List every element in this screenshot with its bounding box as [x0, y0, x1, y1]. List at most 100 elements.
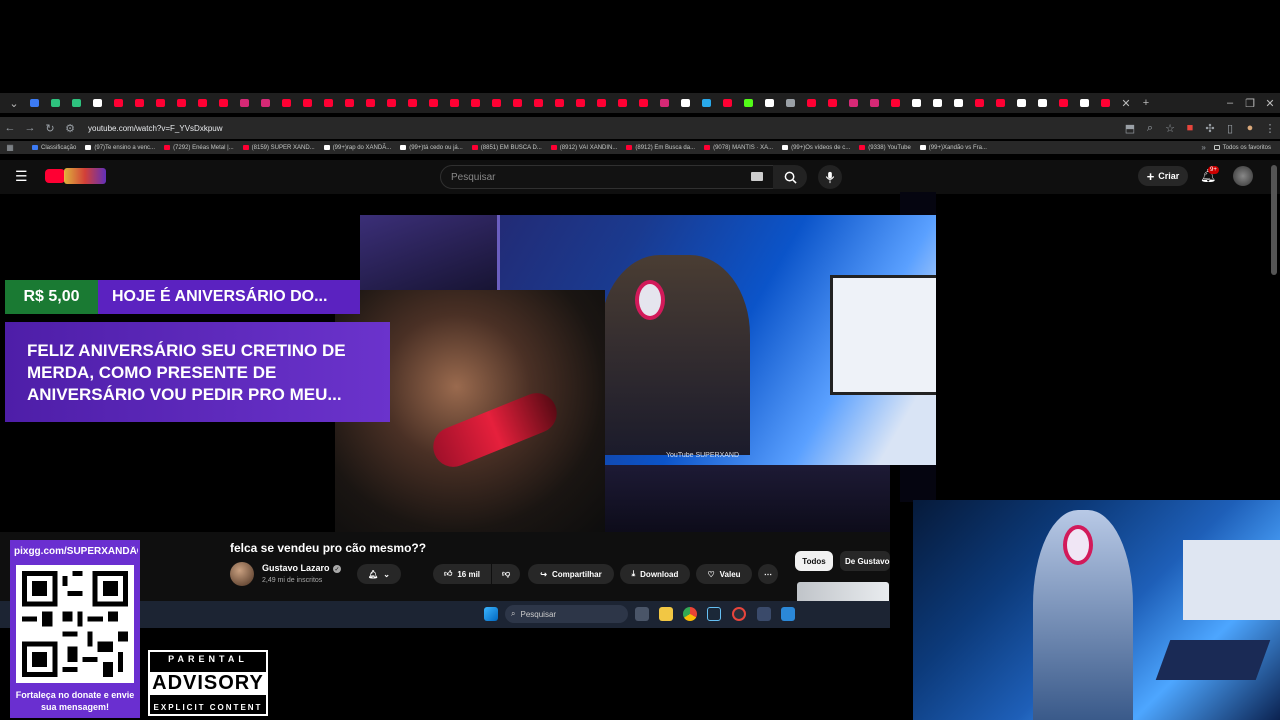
- thanks-button[interactable]: ♡ Valeu: [696, 564, 752, 584]
- browser-tab[interactable]: [654, 93, 675, 113]
- browser-tab[interactable]: [255, 93, 276, 113]
- close-tab-icon[interactable]: ✕: [1116, 97, 1136, 110]
- bookmark-item[interactable]: (99+)Xandão vs Fra...: [919, 145, 987, 151]
- browser-tab[interactable]: [402, 93, 423, 113]
- filter-chip-channel[interactable]: De Gustavo: [840, 551, 890, 571]
- minimize-button[interactable]: –: [1220, 97, 1240, 109]
- search-button[interactable]: [773, 165, 807, 189]
- task-view-icon[interactable]: [635, 607, 649, 621]
- browser-tab[interactable]: [276, 93, 297, 113]
- windows-start-icon[interactable]: [484, 607, 498, 621]
- restore-button[interactable]: ❐: [1240, 97, 1260, 110]
- hamburger-menu-icon[interactable]: ☰: [15, 168, 28, 185]
- like-button[interactable]: 👍︎ 16 mil: [433, 564, 491, 584]
- browser-tab[interactable]: [927, 93, 948, 113]
- new-tab-button[interactable]: +: [1136, 97, 1156, 109]
- browser-tab[interactable]: [444, 93, 465, 113]
- browser-tab[interactable]: [213, 93, 234, 113]
- browser-tab[interactable]: [381, 93, 402, 113]
- account-avatar[interactable]: [1233, 166, 1253, 186]
- browser-tab[interactable]: [948, 93, 969, 113]
- channel-avatar[interactable]: [230, 562, 254, 586]
- dislike-button[interactable]: 👎︎: [492, 564, 520, 584]
- taskbar-search[interactable]: ⌕ Pesquisar: [505, 605, 628, 623]
- steam-icon[interactable]: [707, 607, 721, 621]
- browser-tab[interactable]: [990, 93, 1011, 113]
- file-explorer-icon[interactable]: [659, 607, 673, 621]
- browser-tab[interactable]: [24, 93, 45, 113]
- install-app-icon[interactable]: ⬒: [1120, 122, 1140, 135]
- keyboard-icon[interactable]: [751, 172, 763, 181]
- browser-tab[interactable]: [843, 93, 864, 113]
- browser-tab[interactable]: [339, 93, 360, 113]
- browser-tab[interactable]: [360, 93, 381, 113]
- bookmark-item[interactable]: (7292) Enéas Metal |...: [164, 145, 234, 151]
- all-bookmarks-folder[interactable]: Todos os favoritos: [1213, 145, 1271, 151]
- more-bookmarks-icon[interactable]: »: [1194, 143, 1214, 152]
- browser-tab[interactable]: [1011, 93, 1032, 113]
- voice-search-button[interactable]: [818, 165, 842, 189]
- app-icon[interactable]: [732, 607, 746, 621]
- url-field[interactable]: youtube.com/watch?v=F_YVsDxkpuw: [88, 124, 223, 133]
- page-scrollbar[interactable]: [1271, 165, 1277, 275]
- bookmark-item[interactable]: (8912) VAI XANDIN...: [550, 145, 617, 151]
- extension-icon[interactable]: ■: [1180, 122, 1200, 134]
- download-button[interactable]: ⤓ Download: [620, 564, 690, 584]
- bookmark-item[interactable]: (8912) Em Busca da...: [626, 145, 695, 151]
- browser-tab[interactable]: [318, 93, 339, 113]
- apps-grid-icon[interactable]: ▦: [0, 143, 20, 152]
- bookmark-item[interactable]: (8159) SUPER XAND...: [242, 145, 315, 151]
- site-info-icon[interactable]: ⚙: [60, 122, 80, 135]
- more-actions-button[interactable]: ⋯: [758, 564, 778, 584]
- browser-tab[interactable]: [780, 93, 801, 113]
- menu-kebab-icon[interactable]: ⋮: [1260, 122, 1280, 135]
- browser-tab[interactable]: [675, 93, 696, 113]
- reload-icon[interactable]: ↻: [40, 122, 60, 135]
- share-button[interactable]: ↪ Compartilhar: [528, 564, 614, 584]
- browser-tab[interactable]: [108, 93, 129, 113]
- forward-icon[interactable]: →: [20, 122, 40, 134]
- bookmark-item[interactable]: (8851) EM BUSCA D...: [471, 145, 542, 151]
- zoom-icon[interactable]: ⌕: [1140, 122, 1160, 135]
- browser-tab[interactable]: [801, 93, 822, 113]
- browser-tab[interactable]: [87, 93, 108, 113]
- browser-tab[interactable]: [885, 93, 906, 113]
- chrome-icon[interactable]: [683, 607, 697, 621]
- profile-avatar[interactable]: ●: [1240, 122, 1260, 134]
- doodle-logo-icon[interactable]: [64, 168, 106, 184]
- close-window-button[interactable]: ✕: [1260, 97, 1280, 110]
- tab-search-icon[interactable]: ⌄: [4, 97, 24, 110]
- settings-icon[interactable]: [757, 607, 771, 621]
- youtube-logo-icon[interactable]: [45, 169, 65, 183]
- create-button[interactable]: + Criar: [1138, 166, 1188, 186]
- filter-chip-all[interactable]: Todos: [795, 551, 833, 571]
- browser-tab[interactable]: [1074, 93, 1095, 113]
- bookmark-item[interactable]: (99+)rap do XANDÃ...: [323, 145, 391, 151]
- browser-tab[interactable]: [528, 93, 549, 113]
- browser-tab[interactable]: [633, 93, 654, 113]
- browser-tab[interactable]: [66, 93, 87, 113]
- sidebar-icon[interactable]: ▯: [1220, 122, 1240, 135]
- browser-tab[interactable]: [738, 93, 759, 113]
- back-icon[interactable]: ←: [0, 122, 20, 134]
- browser-tab[interactable]: [822, 93, 843, 113]
- browser-tab[interactable]: [759, 93, 780, 113]
- extensions-puzzle-icon[interactable]: ✣: [1200, 122, 1220, 135]
- browser-tab[interactable]: [486, 93, 507, 113]
- bookmark-item[interactable]: (9078) MANTIS · XA...: [704, 145, 773, 151]
- browser-tab[interactable]: [45, 93, 66, 113]
- bookmark-star-icon[interactable]: ☆: [1160, 122, 1180, 135]
- bookmark-item[interactable]: (97)Te ensino a venc...: [85, 145, 155, 151]
- subscribed-bell-button[interactable]: 🔔︎ ⌄: [357, 564, 401, 584]
- browser-tab[interactable]: [549, 93, 570, 113]
- browser-tab[interactable]: [507, 93, 528, 113]
- browser-tab[interactable]: [570, 93, 591, 113]
- bookmark-item[interactable]: (99+)Os vídeos de c...: [782, 145, 850, 151]
- browser-tab[interactable]: [234, 93, 255, 113]
- browser-tab[interactable]: [969, 93, 990, 113]
- browser-tab[interactable]: [423, 93, 444, 113]
- browser-tab[interactable]: [1032, 93, 1053, 113]
- bookmark-item[interactable]: Classificação: [32, 145, 76, 151]
- browser-tab[interactable]: [297, 93, 318, 113]
- bookmark-item[interactable]: (99+)tá cedo ou já...: [400, 145, 463, 151]
